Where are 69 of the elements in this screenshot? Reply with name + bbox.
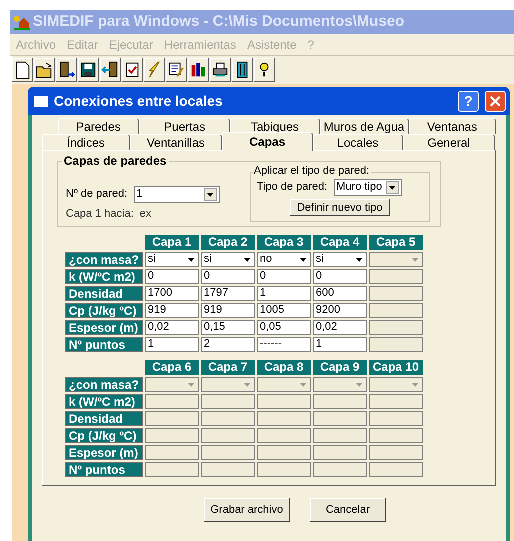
input-cell[interactable]: ------ [257,337,311,352]
group-title: Capas de paredes [62,155,169,167]
row-header: ¿con masa? [65,252,143,267]
input-cell[interactable]: 0 [145,269,199,284]
column-header: Capa 9 [313,360,367,375]
define-type-button[interactable]: Definir nuevo tipo [290,199,390,216]
input-cell[interactable]: 0 [201,269,255,284]
input-cell[interactable]: 1 [257,286,311,301]
column-header: Capa 4 [313,235,367,250]
field-label: Tipo de pared: [257,180,328,196]
input-cell[interactable]: 0 [313,269,367,284]
dropdown-cell[interactable]: si [145,252,199,267]
tab[interactable]: Muros de Agua [320,118,409,134]
row-header: Cp (J/kg ºC) [65,428,143,443]
column-header: Capa 8 [257,360,311,375]
row-header: Densidad [65,286,143,301]
tab[interactable]: Ventanillas [130,134,222,150]
column-header: Capa 10 [369,360,423,375]
tab[interactable]: Locales [313,134,403,150]
input-cell[interactable]: 1 [145,337,199,352]
input-cell[interactable]: 1005 [257,303,311,318]
tab[interactable]: Ventanas [408,118,496,134]
input-cell[interactable]: 0,15 [201,320,255,335]
dropdown-cell[interactable]: si [201,252,255,267]
tab[interactable]: Índices [42,134,130,150]
input-cell[interactable]: 9200 [313,303,367,318]
input-cell[interactable]: 1 [313,337,367,352]
field-value: ex [140,207,152,222]
column-header: Capa 5 [369,235,423,250]
input-cell[interactable]: 0,05 [257,320,311,335]
group-title: Aplicar el tipo de pared: [253,166,371,177]
row-header: Nº puntos [65,337,143,352]
row-header: Densidad [65,411,143,426]
row-header: k (W/ºC m2) [65,269,143,284]
dropdown-cell[interactable]: si [313,252,367,267]
field-label: Capa 1 hacia: [66,207,134,222]
row-header: ¿con masa? [65,377,143,392]
tab[interactable]: Puertas [139,118,230,134]
wall-type-dropdown[interactable]: Muro tipo [334,179,402,196]
help-button[interactable]: ? [458,90,479,112]
dialog-button[interactable]: Cancelar [310,498,386,522]
input-cell[interactable]: 0,02 [313,320,367,335]
row-header: Nº puntos [65,462,143,477]
field-label: Nº de pared: [66,187,128,202]
dialog-button[interactable]: Grabar archivo [204,498,290,522]
wall-number-dropdown[interactable]: 1 [134,186,220,203]
tab[interactable]: Paredes [58,118,140,134]
column-header: Capa 3 [257,235,311,250]
column-header: Capa 2 [201,235,255,250]
input-cell[interactable]: 1797 [201,286,255,301]
column-header: Capa 6 [145,360,199,375]
row-header: Cp (J/kg ºC) [65,303,143,318]
input-cell[interactable]: 2 [201,337,255,352]
dropdown-cell[interactable]: no [257,252,311,267]
dialog-title: Conexiones entre locales [54,92,224,110]
row-header: k (W/ºC m2) [65,394,143,409]
input-cell[interactable]: 0,02 [145,320,199,335]
input-cell[interactable]: 1700 [145,286,199,301]
row-header: Espesor (m) [65,320,143,335]
tab[interactable]: General [403,134,495,150]
column-header: Capa 7 [201,360,255,375]
app-title: SIMEDIF para Windows - C:\Mis Documentos\Museo [33,12,405,32]
tab[interactable]: Capas [222,132,313,151]
input-cell[interactable]: 0 [257,269,311,284]
column-header: Capa 1 [145,235,199,250]
input-cell[interactable]: 919 [201,303,255,318]
row-header: Espesor (m) [65,445,143,460]
input-cell[interactable]: 919 [145,303,199,318]
input-cell[interactable]: 600 [313,286,367,301]
